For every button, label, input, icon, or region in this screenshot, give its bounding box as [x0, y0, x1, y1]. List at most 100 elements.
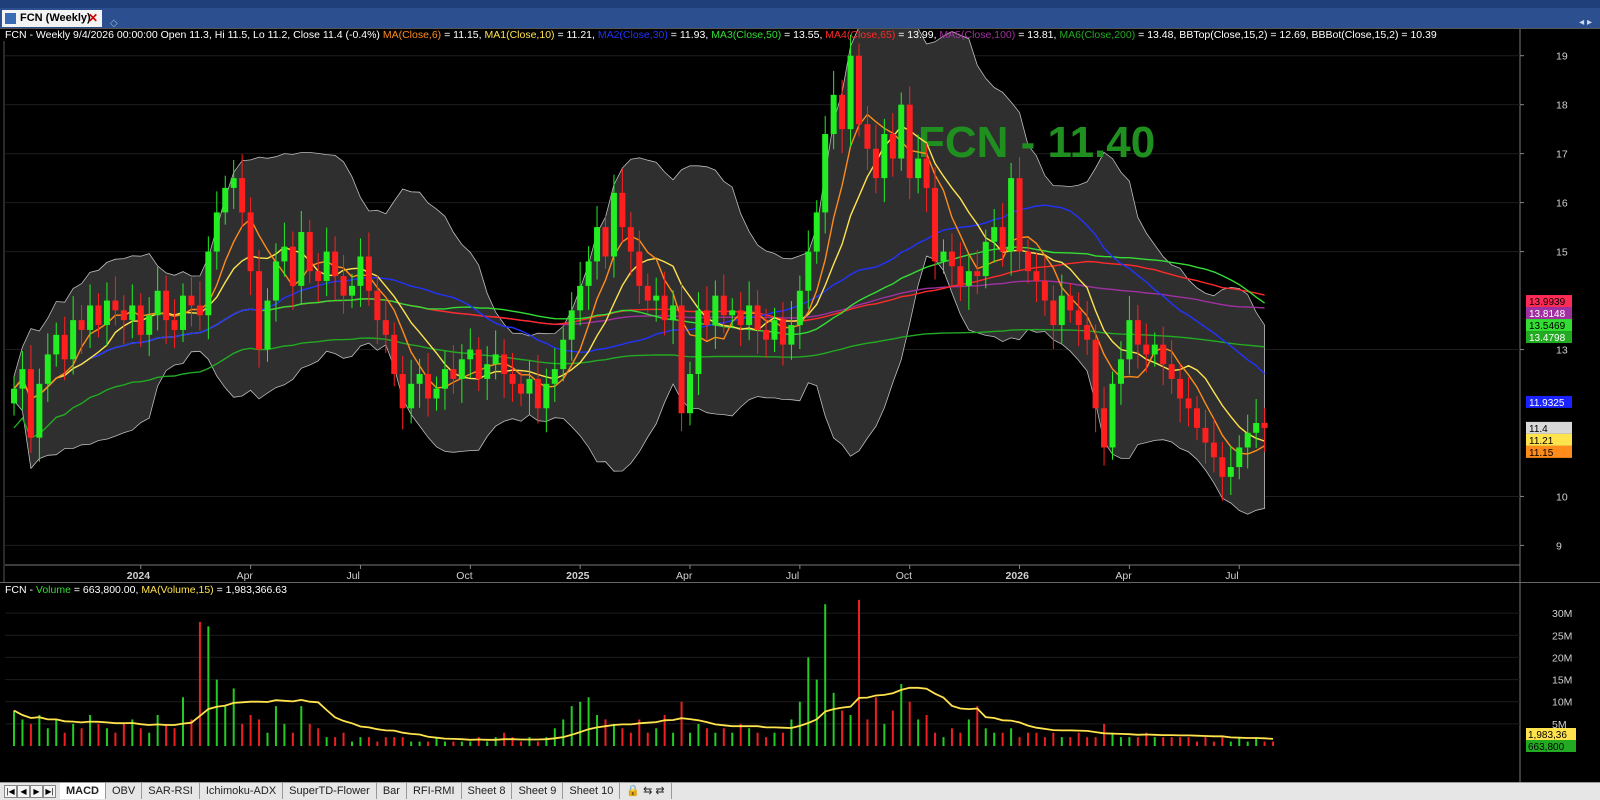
price-legend-item: = 13.55, [781, 29, 826, 41]
candle-body [78, 320, 85, 330]
price-chart[interactable]: 19 18 17 16 15 13 10 9 FCN - 11.40 13.993913.8148… [0, 29, 1600, 582]
candle-body [779, 320, 786, 345]
sheet-tab[interactable]: RFI-RMI [407, 783, 462, 799]
candle-body [864, 124, 871, 149]
candle-body [264, 300, 271, 350]
price-legend-item: = 11.93, [667, 29, 712, 41]
time-tick-label: Apr [237, 570, 254, 582]
candle-body [196, 305, 203, 316]
price-tick-label: 16 [1556, 198, 1568, 210]
volume-pane[interactable]: FCN - Volume = 663,800.00, MA(Volume,15)… [0, 582, 1600, 782]
time-tick-label: Oct [896, 570, 912, 582]
volume-chart[interactable]: 30M25M20M15M10M5M1,983,36663,800 [0, 583, 1600, 782]
candle-body [1143, 344, 1150, 355]
candle-body [999, 227, 1006, 252]
volume-tick-label: 15M [1552, 675, 1572, 687]
candle-body [1160, 344, 1167, 365]
candle-body [501, 354, 508, 375]
candle-body [560, 339, 567, 370]
candle-body [678, 305, 685, 414]
candle-body [27, 369, 34, 438]
price-legend-item: = 11.15, [441, 29, 485, 41]
candle-body [1067, 295, 1074, 311]
price-legend-item: MA2(Close,30) [597, 29, 668, 41]
close-tab-icon[interactable]: ✕ [88, 10, 98, 27]
volume-tick-label: 10M [1552, 697, 1572, 709]
sheet-tab[interactable]: MACD [60, 783, 106, 799]
price-legend-item: MA(Close,6) [382, 29, 442, 41]
price-tick-label: 19 [1556, 51, 1568, 63]
candle-body [1202, 427, 1209, 443]
sheet-tabs: MACD OBV SAR-RSI Ichimoku-ADX SuperTD-Flower… [60, 783, 672, 799]
sheet-tab[interactable]: Sheet 10 [563, 783, 621, 799]
price-tick-label: 10 [1556, 491, 1568, 503]
candle-body [594, 227, 601, 262]
time-tick-label: Apr [676, 570, 693, 582]
sheet-tab[interactable]: OBV [106, 783, 143, 799]
prev-sheet-button[interactable]: ◀ [17, 785, 30, 798]
candle-body [543, 383, 550, 409]
candle-body [1261, 422, 1268, 428]
candle-body [965, 271, 972, 286]
sheet-tab[interactable]: Ichimoku-ADX [200, 783, 284, 799]
price-value-label: 11.15 [1529, 448, 1554, 459]
candle-body [872, 148, 879, 179]
candle-body [87, 305, 94, 330]
candle-body [661, 295, 668, 321]
candle-body [70, 320, 77, 360]
candle-body [577, 285, 584, 311]
price-tick-label: 13 [1556, 345, 1568, 357]
candle-body [509, 374, 516, 384]
candle-body [703, 310, 710, 326]
tab-fcn-weekly[interactable]: FCN (Weekly) ✕ [2, 10, 102, 27]
price-tick-label: 17 [1556, 149, 1568, 161]
candle-body [357, 256, 364, 286]
candle-body [382, 320, 389, 335]
candle-body [822, 134, 829, 213]
time-tick-label: 2025 [566, 570, 590, 582]
candle-body [906, 104, 913, 179]
top-toolbar [0, 0, 1600, 8]
document-tab-strip: FCN (Weekly) ✕ ◇ ◂ ▸ [0, 8, 1600, 29]
price-legend: FCN - Weekly 9/4/2026 00:00:00 Open 11.3… [5, 29, 1437, 41]
candle-body [518, 383, 524, 394]
sheet-tab[interactable]: SAR-RSI [142, 783, 200, 799]
candle-body [602, 227, 609, 257]
candle-body [788, 325, 795, 345]
candle-body [272, 261, 279, 301]
candle-body [1177, 378, 1184, 399]
sheet-tab[interactable]: Bar [377, 783, 407, 799]
candle-body [1236, 447, 1243, 468]
candle-body [1194, 408, 1200, 428]
candle-body [636, 251, 643, 286]
first-sheet-button[interactable]: |◀ [4, 785, 17, 798]
candle-body [1185, 398, 1192, 409]
candle-body [932, 187, 939, 262]
candle-body [670, 305, 677, 321]
sheet-tab[interactable]: Sheet 9 [512, 783, 564, 799]
lock-icon[interactable]: 🔒 ⇆ ⇄ [620, 783, 672, 799]
price-legend-item: = 13.48, BBTop(Close,15,2) = 12.69, BBBo… [1135, 29, 1437, 41]
sheet-tab[interactable]: Sheet 8 [462, 783, 513, 799]
price-value-label: 13.9939 [1529, 297, 1566, 308]
candle-body [475, 349, 482, 379]
tab-scroll-arrows[interactable]: ◂ ▸ [1579, 17, 1592, 28]
price-pane[interactable]: FCN - Weekly 9/4/2026 00:00:00 Open 11.3… [0, 29, 1600, 582]
candle-body [982, 241, 989, 277]
sheet-tab[interactable]: SuperTD-Flower [283, 783, 377, 799]
volume-tick-label: 20M [1552, 652, 1572, 664]
price-value-label: 11.4 [1529, 424, 1548, 435]
candle-body [948, 251, 955, 267]
candle-body [746, 305, 753, 326]
new-tab-icon[interactable]: ◇ [110, 18, 118, 29]
last-sheet-button[interactable]: ▶| [43, 785, 56, 798]
ticker-watermark: FCN - 11.40 [918, 118, 1155, 167]
candle-body [44, 354, 51, 384]
candle-body [315, 271, 322, 281]
price-legend-item: MA4(Close,65) [825, 29, 896, 41]
candle-body [1016, 178, 1023, 252]
candle-body [391, 334, 398, 375]
next-sheet-button[interactable]: ▶ [30, 785, 43, 798]
price-tick-label: 18 [1556, 100, 1568, 112]
candle-body [1092, 339, 1099, 409]
